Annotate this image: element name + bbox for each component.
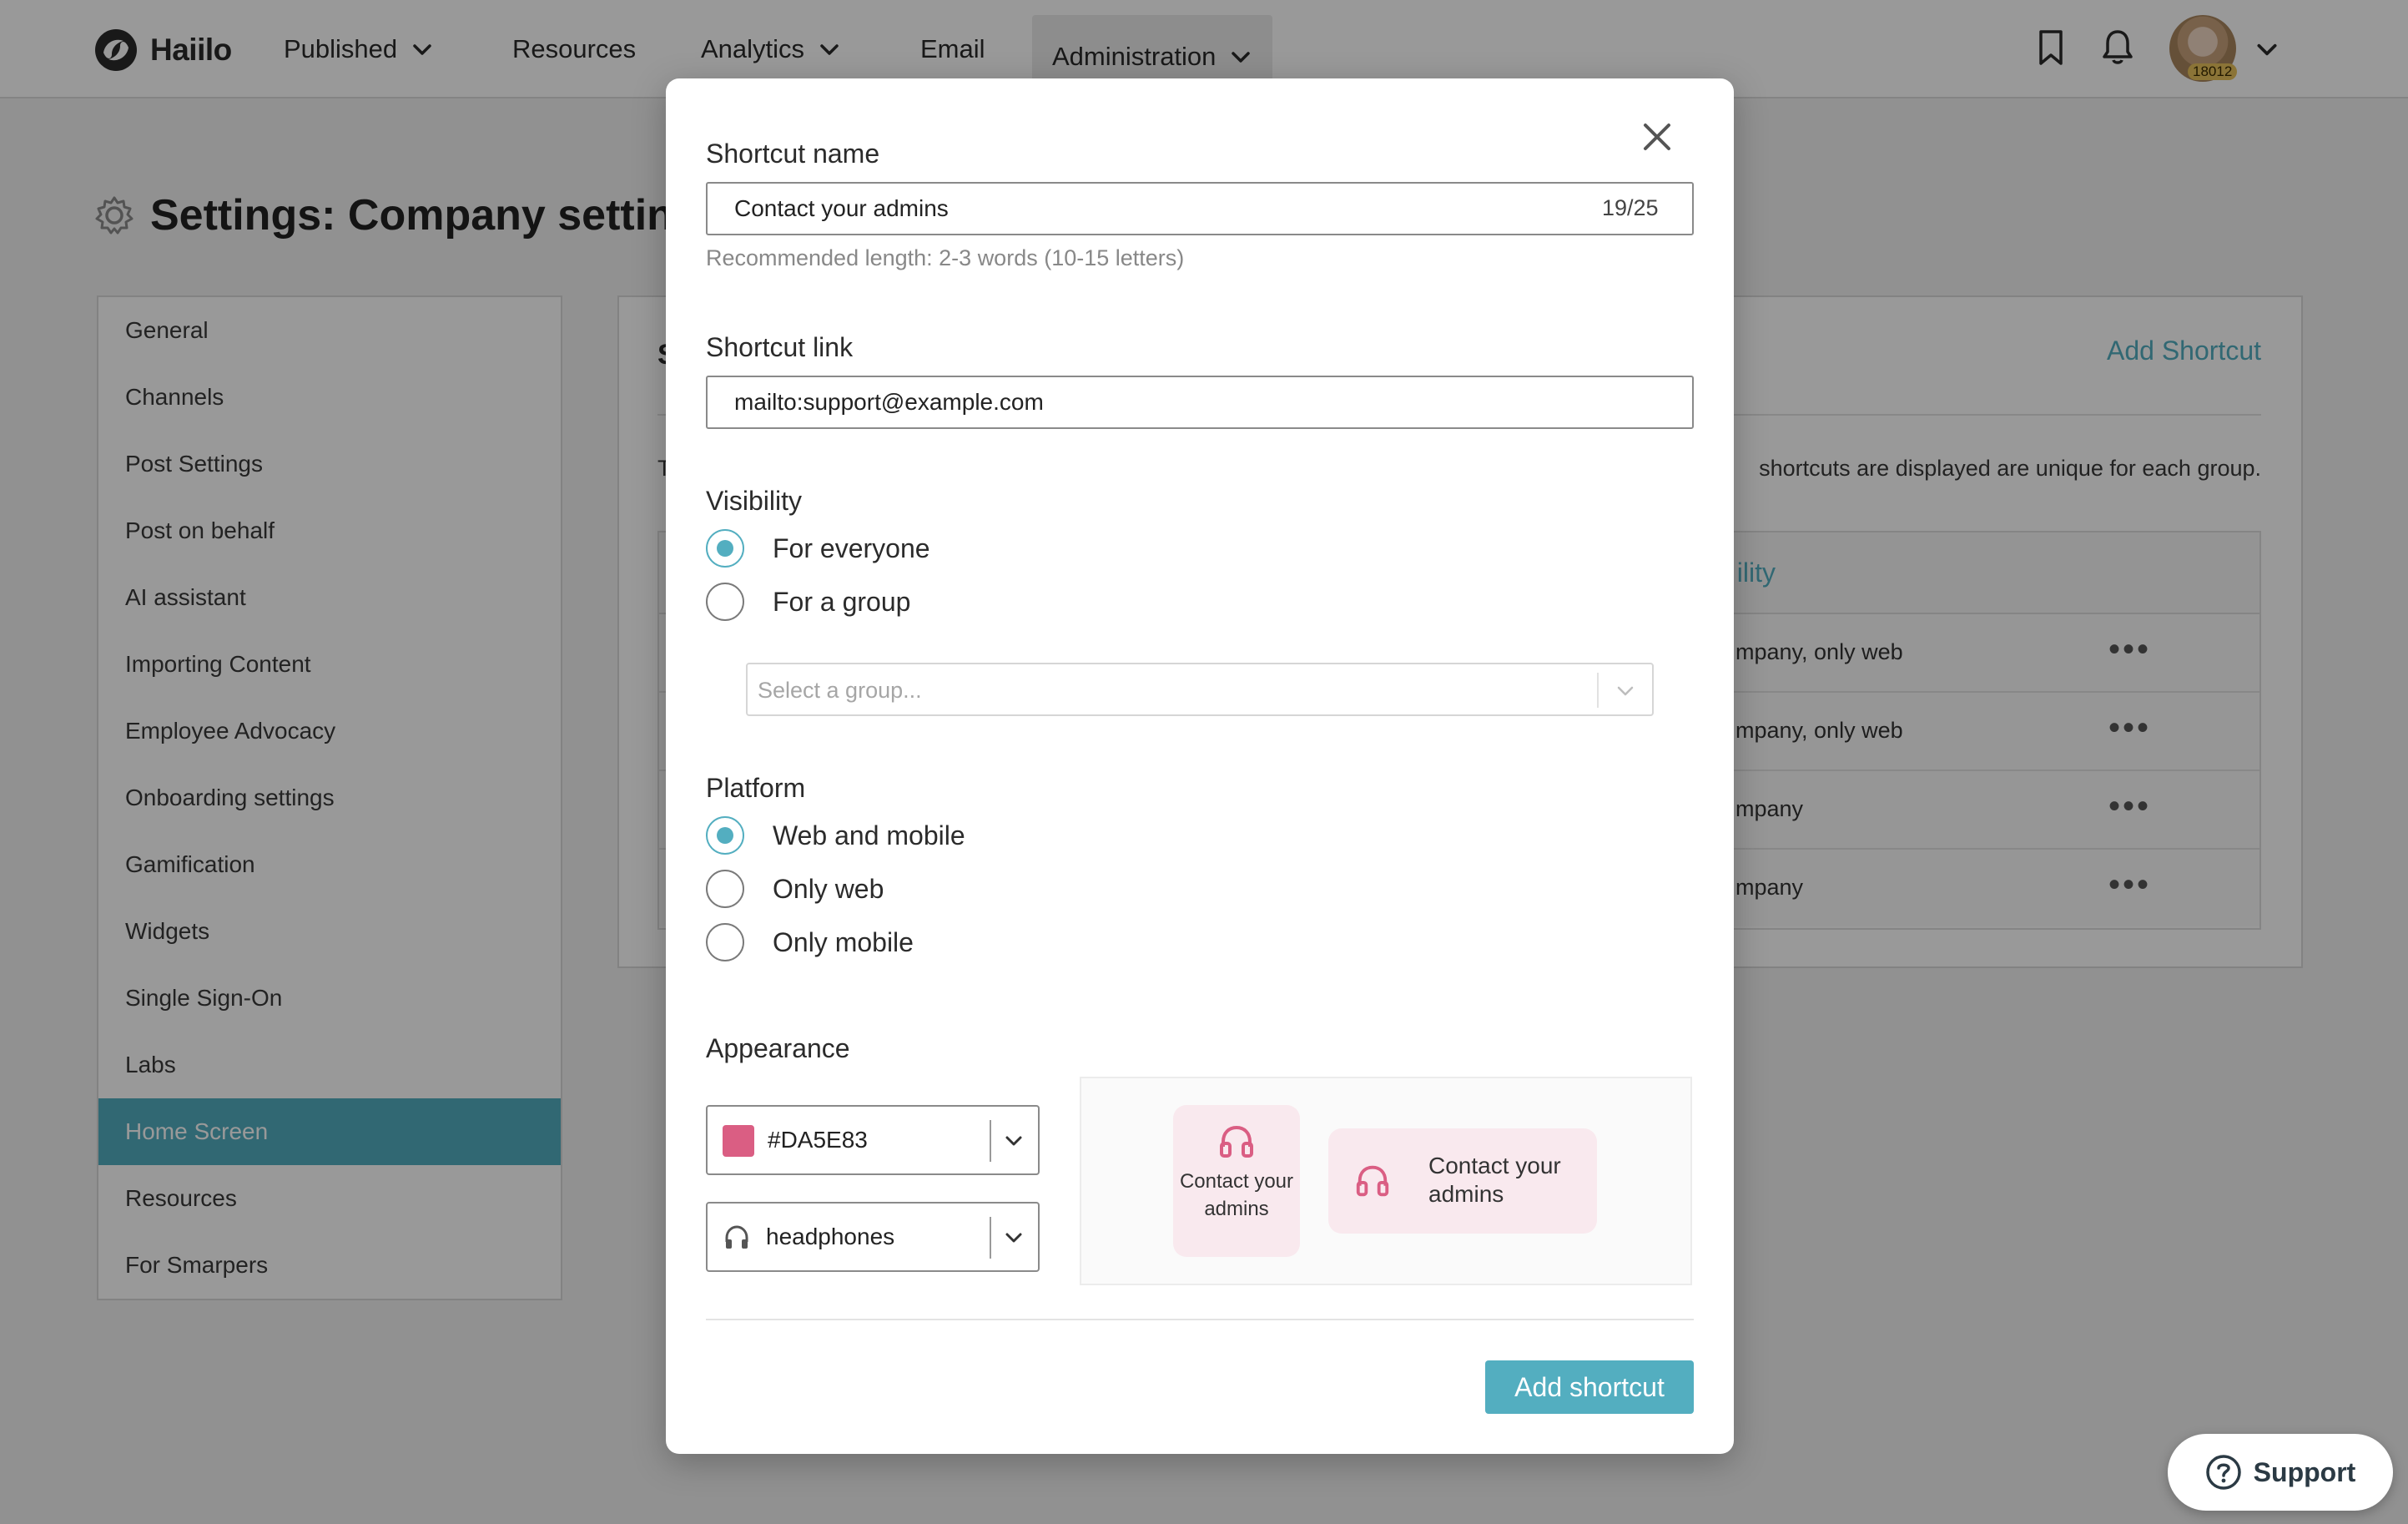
preview-tile-label: Contact your admins bbox=[1179, 1170, 1294, 1220]
shortcut-link-label: Shortcut link bbox=[706, 332, 854, 362]
support-button[interactable]: Support bbox=[2168, 1434, 2393, 1511]
visibility-option-group[interactable]: For a group bbox=[706, 581, 910, 623]
preview-tile-horizontal: Contact your admins bbox=[1328, 1128, 1597, 1234]
group-select-placeholder: Select a group... bbox=[758, 678, 922, 703]
radio-label: For everyone bbox=[773, 532, 930, 563]
group-select[interactable]: Select a group... bbox=[746, 663, 1654, 716]
radio-label: Only mobile bbox=[773, 926, 914, 957]
headphones-icon bbox=[1220, 1125, 1253, 1158]
headphones-icon bbox=[1356, 1165, 1389, 1197]
color-swatch bbox=[723, 1125, 754, 1157]
radio-button[interactable] bbox=[706, 870, 744, 908]
icon-select[interactable]: headphones bbox=[706, 1202, 1040, 1272]
icon-value: headphones bbox=[766, 1224, 895, 1249]
add-shortcut-dialog: Shortcut name 19/25 Recommended length: … bbox=[666, 78, 1734, 1454]
radio-button[interactable] bbox=[706, 583, 744, 621]
appearance-label: Appearance bbox=[706, 1033, 850, 1063]
platform-option-web-and-mobile[interactable]: Web and mobile bbox=[706, 815, 965, 856]
shortcut-name-hint: Recommended length: 2-3 words (10-15 let… bbox=[706, 245, 1185, 270]
close-icon[interactable] bbox=[1640, 120, 1674, 154]
radio-button[interactable] bbox=[706, 923, 744, 961]
chevron-down-icon bbox=[1005, 1136, 1022, 1146]
radio-label: Only web bbox=[773, 873, 884, 904]
shortcut-link-input[interactable] bbox=[706, 376, 1694, 429]
radio-label: For a group bbox=[773, 586, 911, 617]
platform-option-only-mobile[interactable]: Only mobile bbox=[706, 921, 914, 963]
select-separator bbox=[1597, 673, 1599, 708]
select-separator bbox=[990, 1120, 991, 1162]
radio-label: Web and mobile bbox=[773, 820, 965, 850]
platform-label: Platform bbox=[706, 773, 806, 803]
visibility-option-everyone[interactable]: For everyone bbox=[706, 527, 930, 569]
chevron-down-icon bbox=[1005, 1233, 1022, 1243]
char-counter: 19/25 bbox=[1602, 195, 1659, 220]
radio-button[interactable] bbox=[706, 529, 744, 568]
add-shortcut-button[interactable]: Add shortcut bbox=[1485, 1360, 1694, 1414]
color-select[interactable]: #DA5E83 bbox=[706, 1105, 1040, 1175]
help-icon bbox=[2205, 1455, 2241, 1490]
shortcut-name-label: Shortcut name bbox=[706, 139, 880, 169]
modal-divider bbox=[706, 1319, 1694, 1320]
shortcut-name-input[interactable] bbox=[706, 182, 1694, 235]
color-value: #DA5E83 bbox=[768, 1127, 868, 1153]
preview-tile-label: Contact your admins bbox=[1428, 1153, 1561, 1207]
platform-option-only-web[interactable]: Only web bbox=[706, 868, 884, 910]
select-separator bbox=[990, 1217, 991, 1259]
visibility-label: Visibility bbox=[706, 486, 802, 516]
preview-tile-vertical: Contact your admins bbox=[1173, 1105, 1300, 1257]
radio-button[interactable] bbox=[706, 816, 744, 855]
shortcut-preview: Contact your admins Contact your admins bbox=[1080, 1077, 1692, 1285]
headphones-icon bbox=[725, 1225, 748, 1249]
support-label: Support bbox=[2253, 1456, 2356, 1487]
chevron-down-icon bbox=[1617, 686, 1634, 696]
